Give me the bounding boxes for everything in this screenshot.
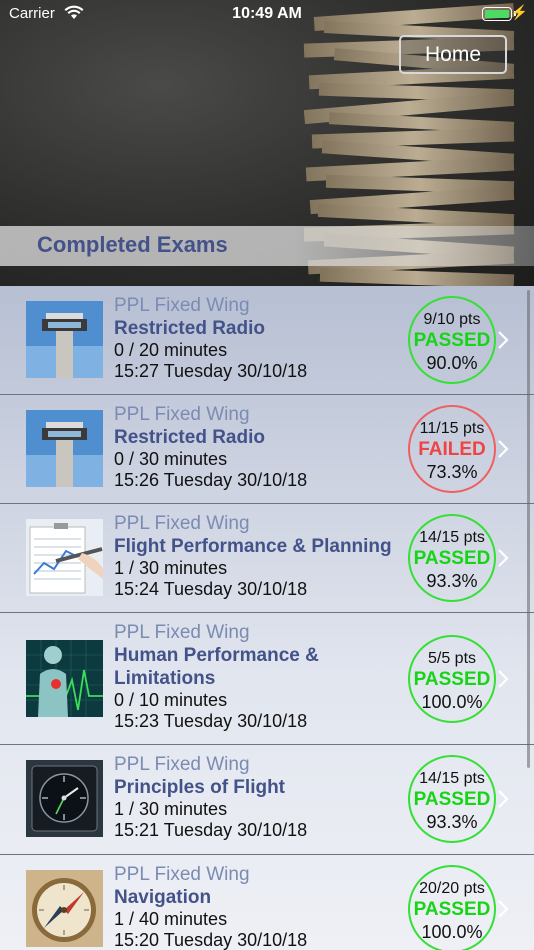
exam-details: PPL Fixed Wing Principles of Flight 1 / …: [114, 753, 409, 841]
subject-name: Navigation: [114, 887, 212, 908]
chevron-right-icon: [498, 900, 509, 918]
course-name: PPL Fixed Wing: [114, 295, 250, 316]
score-badge: 5/5 pts PASSED 100.0%: [408, 635, 496, 723]
duration: 0 / 10 minutes: [114, 690, 228, 710]
result-label: PASSED: [413, 789, 491, 810]
page-title: Completed Exams: [37, 232, 228, 257]
result-label: PASSED: [413, 899, 491, 920]
score-badge: 20/20 pts PASSED 100.0%: [408, 865, 496, 950]
control-tower-icon: [26, 410, 103, 487]
subject-name: Restricted Radio: [114, 318, 265, 339]
charging-icon: ⚡: [510, 4, 528, 20]
course-name: PPL Fixed Wing: [114, 404, 250, 425]
score-points: 14/15 pts: [419, 770, 485, 787]
human-heart-icon: [26, 640, 103, 717]
battery-icon: [482, 7, 512, 21]
course-name: PPL Fixed Wing: [114, 622, 250, 643]
date-time: 15:20 Tuesday 30/10/18: [114, 930, 308, 950]
exam-row[interactable]: PPL Fixed Wing Flight Performance & Plan…: [0, 504, 534, 613]
exam-row[interactable]: PPL Fixed Wing Restricted Radio 0 / 30 m…: [0, 395, 534, 504]
score-percent: 93.3%: [426, 812, 478, 832]
score-points: 11/15 pts: [419, 420, 485, 437]
exam-row[interactable]: PPL Fixed Wing Principles of Flight 1 / …: [0, 745, 534, 855]
result-label: FAILED: [418, 439, 486, 460]
exam-details: PPL Fixed Wing Navigation 1 / 40 minutes…: [114, 863, 409, 950]
score-percent: 100.0%: [421, 692, 483, 712]
score-percent: 100.0%: [421, 922, 483, 942]
course-name: PPL Fixed Wing: [114, 513, 250, 534]
date-time: 15:27 Tuesday 30/10/18: [114, 361, 308, 381]
score-badge: 14/15 pts PASSED 93.3%: [408, 514, 496, 602]
home-button[interactable]: Home: [399, 35, 507, 74]
header-banner: Carrier 10:49 AM ⚡ Home Completed Exams: [0, 0, 534, 286]
chevron-right-icon: [498, 549, 509, 567]
date-time: 15:21 Tuesday 30/10/18: [114, 820, 308, 840]
exam-details: PPL Fixed Wing Restricted Radio 0 / 20 m…: [114, 294, 409, 382]
exam-details: PPL Fixed Wing Flight Performance & Plan…: [114, 512, 409, 600]
score-points: 20/20 pts: [419, 880, 485, 897]
course-name: PPL Fixed Wing: [114, 864, 250, 885]
chevron-right-icon: [498, 440, 509, 458]
result-label: PASSED: [413, 330, 491, 351]
score-percent: 93.3%: [426, 571, 478, 591]
course-name: PPL Fixed Wing: [114, 754, 250, 775]
date-time: 15:23 Tuesday 30/10/18: [114, 711, 308, 731]
exam-details: PPL Fixed Wing Restricted Radio 0 / 30 m…: [114, 403, 409, 491]
clock: 10:49 AM: [232, 5, 302, 22]
duration: 1 / 30 minutes: [114, 558, 228, 578]
chevron-right-icon: [498, 331, 509, 349]
date-time: 15:26 Tuesday 30/10/18: [114, 470, 308, 490]
control-tower-icon: [26, 301, 103, 378]
compass-icon: [26, 870, 103, 947]
score-points: 9/10 pts: [423, 311, 481, 328]
exam-details: PPL Fixed Wing Human Performance & Limit…: [114, 621, 409, 732]
chevron-right-icon: [498, 670, 509, 688]
score-badge: 14/15 pts PASSED 93.3%: [408, 755, 496, 843]
duration: 1 / 30 minutes: [114, 799, 228, 819]
scrollbar[interactable]: [527, 290, 530, 768]
score-points: 14/15 pts: [419, 529, 485, 546]
result-label: PASSED: [413, 669, 491, 690]
exam-row[interactable]: PPL Fixed Wing Navigation 1 / 40 minutes…: [0, 855, 534, 950]
clipboard-pen-icon: [26, 519, 103, 596]
score-percent: 90.0%: [426, 353, 478, 373]
score-badge: 9/10 pts PASSED 90.0%: [408, 296, 496, 384]
subject-name: Restricted Radio: [114, 427, 265, 448]
duration: 1 / 40 minutes: [114, 909, 228, 929]
chevron-right-icon: [498, 790, 509, 808]
date-time: 15:24 Tuesday 30/10/18: [114, 579, 308, 599]
score-points: 5/5 pts: [427, 650, 477, 667]
exam-row[interactable]: PPL Fixed Wing Restricted Radio 0 / 20 m…: [0, 286, 534, 395]
status-bar: Carrier 10:49 AM ⚡: [0, 0, 534, 30]
exam-row[interactable]: PPL Fixed Wing Human Performance & Limit…: [0, 613, 534, 745]
duration: 0 / 20 minutes: [114, 340, 228, 360]
score-percent: 73.3%: [426, 462, 478, 482]
result-label: PASSED: [413, 548, 491, 569]
exam-list[interactable]: PPL Fixed Wing Restricted Radio 0 / 20 m…: [0, 286, 534, 950]
score-badge: 11/15 pts FAILED 73.3%: [408, 405, 496, 493]
cockpit-instrument-icon: [26, 760, 103, 837]
subject-name: Principles of Flight: [114, 777, 286, 798]
subject-name: Flight Performance & Planning: [114, 536, 392, 557]
duration: 0 / 30 minutes: [114, 449, 228, 469]
subject-name: Human Performance & Limitations: [114, 645, 319, 689]
